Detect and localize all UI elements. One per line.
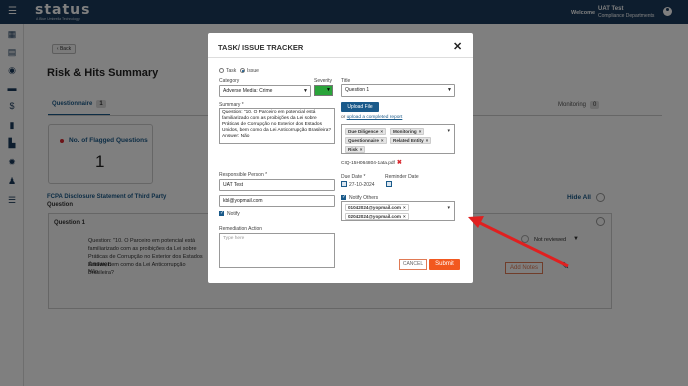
responsible-label: Responsible Person * <box>219 172 268 178</box>
upload-report-link[interactable]: upload a completed report <box>347 115 403 120</box>
remove-tag-icon[interactable]: × <box>426 138 429 143</box>
chevron-down-icon: ▼ <box>303 88 308 94</box>
calendar-icon[interactable] <box>341 181 347 187</box>
tag-chip: Due Diligence × <box>345 128 387 135</box>
tag-chip: Questionnaire × <box>345 137 387 144</box>
chevron-down-icon: ▼ <box>326 87 331 93</box>
email-chip: 02042024@yopmail.com × <box>345 213 409 220</box>
modal-title: TASK/ ISSUE TRACKER <box>218 43 304 52</box>
remediation-textarea[interactable]: Type here <box>219 233 335 268</box>
category-value: Adverse Media: Crime <box>223 88 273 94</box>
issue-radio-label: Issue <box>247 68 259 74</box>
modal-divider <box>208 57 473 58</box>
notify-others-multiselect[interactable]: 01042024@yopmail.com × 02042024@yopmail.c… <box>341 201 455 221</box>
remediation-label: Remediation Action <box>219 226 263 232</box>
chevron-down-icon[interactable]: ▾ <box>447 128 450 134</box>
severity-label: Severity <box>314 78 333 84</box>
cancel-button[interactable]: CANCEL <box>399 259 427 270</box>
email-chip: 01042024@yopmail.com × <box>345 204 409 211</box>
remove-email-icon[interactable]: × <box>403 205 406 210</box>
remove-tag-icon[interactable]: × <box>360 147 363 152</box>
attachment-row: CIQ-15H064804-1ata.pdf ✖ <box>341 159 402 166</box>
responsible-person-input[interactable]: UAT Test <box>219 179 335 191</box>
remove-email-icon[interactable]: × <box>403 214 406 219</box>
tag-chip: Monitoring × <box>390 128 425 135</box>
category-label: Category <box>219 78 240 84</box>
remove-attachment-icon[interactable]: ✖ <box>397 160 402 166</box>
notify-others-checkbox[interactable] <box>341 194 346 200</box>
chevron-down-icon[interactable]: ▾ <box>447 205 450 211</box>
reminder-date-label: Reminder Date <box>385 174 419 180</box>
task-issue-modal: TASK/ ISSUE TRACKER ✕ Task Issue Categor… <box>208 33 473 283</box>
due-date-value[interactable]: 27-10-2024 <box>349 182 375 188</box>
tag-chip: Related Entity × <box>390 137 432 144</box>
severity-select[interactable]: ▼ <box>314 85 333 96</box>
tags-multiselect[interactable]: Due Diligence × Monitoring × Questionnaire… <box>341 124 455 154</box>
upload-file-button[interactable]: Upload File <box>341 102 379 112</box>
issue-radio[interactable] <box>240 68 245 73</box>
notify-checkbox[interactable] <box>219 210 224 216</box>
responsible-email-input[interactable]: kbl@yopmail.com <box>219 195 335 207</box>
tag-chip: Risk × <box>345 146 366 153</box>
remove-tag-icon[interactable]: × <box>381 138 384 143</box>
remove-tag-icon[interactable]: × <box>380 129 383 134</box>
submit-button[interactable]: Submit <box>429 259 460 270</box>
notify-label: Notify <box>227 211 240 217</box>
summary-textarea[interactable]: Question: "10. O Parceiro em potencial e… <box>219 108 335 144</box>
remove-tag-icon[interactable]: × <box>419 129 422 134</box>
task-radio[interactable] <box>219 68 224 73</box>
task-radio-label: Task <box>226 68 237 74</box>
calendar-icon[interactable] <box>386 181 392 187</box>
chevron-down-icon: ▼ <box>447 87 452 93</box>
title-select[interactable]: Question 1 ▼ <box>341 84 455 97</box>
attachment-name[interactable]: CIQ-15H064804-1ata.pdf <box>341 161 395 166</box>
close-icon[interactable]: ✕ <box>453 40 462 53</box>
due-date-label: Due Date * <box>341 174 366 180</box>
upload-report-row: or upload a completed report <box>341 115 403 120</box>
title-value: Question 1 <box>345 87 370 93</box>
category-select[interactable]: Adverse Media: Crime ▼ <box>219 85 311 97</box>
